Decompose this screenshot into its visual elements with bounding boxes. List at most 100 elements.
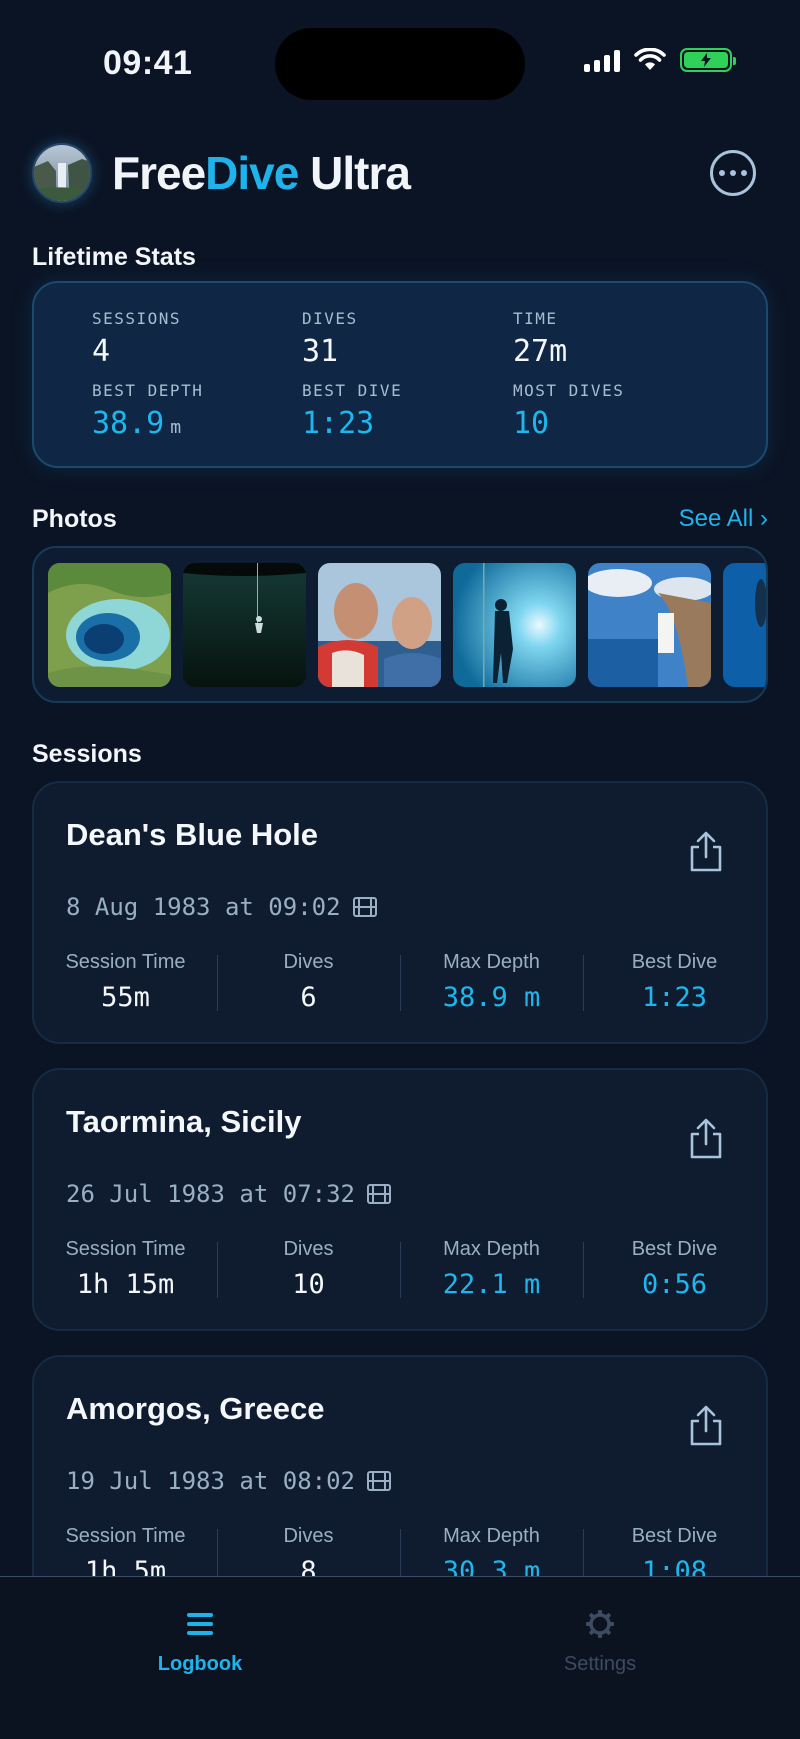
stat-value: 1:23 (302, 406, 375, 441)
stat-value-number: 38.9 (92, 406, 165, 441)
stat-dives: DIVES 31 (302, 309, 358, 369)
dynamic-island (275, 28, 525, 100)
metric-value: 1h 15m (76, 1269, 175, 1300)
app-title-part1: Free (112, 147, 206, 199)
metric-label: Max Depth (443, 1525, 540, 1547)
session-name: Taormina, Sicily (66, 1104, 302, 1139)
metric-dives: Dives 10 (217, 1238, 400, 1300)
session-name: Dean's Blue Hole (66, 817, 318, 852)
session-date-text: 8 Aug 1983 at 09:02 (66, 893, 341, 921)
photo-thumbnail[interactable] (48, 563, 171, 687)
avatar[interactable] (32, 143, 92, 203)
stat-value: 31 (302, 334, 339, 369)
photo-thumbnail[interactable] (453, 563, 576, 687)
metric-best-dive: Best Dive 1:23 (583, 951, 766, 1013)
stat-label: MOST DIVES (513, 381, 625, 400)
film-icon (352, 897, 377, 917)
metric-label: Session Time (65, 951, 186, 973)
tab-label: Settings (563, 1653, 637, 1675)
photo-thumbnail[interactable] (588, 563, 711, 687)
dot (719, 170, 725, 176)
session-date: 19 Jul 1983 at 08:02 (66, 1467, 391, 1495)
lifetime-stats-title: Lifetime Stats (32, 243, 196, 271)
list-icon (100, 1607, 300, 1641)
metric-label: Dives (283, 1238, 334, 1260)
metric-max-depth: Max Depth 38.9 m (400, 951, 583, 1013)
status-time: 09:41 (103, 44, 193, 82)
session-card[interactable]: Dean's Blue Hole 8 Aug 1983 at 09:02 Ses… (32, 781, 768, 1044)
share-icon[interactable] (686, 1116, 726, 1160)
charging-bolt-icon (701, 53, 711, 67)
app-header: FreeDive Ultra (32, 140, 768, 206)
metric-value: 38.9 m (442, 982, 541, 1013)
stat-value-unit: m (170, 417, 182, 438)
metric-label: Best Dive (631, 1238, 718, 1260)
session-date-text: 19 Jul 1983 at 08:02 (66, 1467, 355, 1495)
metric-label: Best Dive (631, 951, 718, 973)
stat-label: TIME (513, 309, 558, 328)
stat-label: SESSIONS (92, 309, 182, 328)
metric-max-depth: Max Depth 22.1 m (400, 1238, 583, 1300)
metric-session-time: Session Time 1h 15m (34, 1238, 217, 1300)
status-icons (584, 48, 736, 72)
stat-time: TIME 27m (513, 309, 567, 369)
app-title: FreeDive Ultra (112, 146, 411, 200)
stat-sessions: SESSIONS 4 (92, 309, 181, 369)
stat-best-depth: BEST DEPTH 38.9 m (92, 381, 203, 441)
metric-label: Max Depth (443, 1238, 540, 1260)
share-icon[interactable] (686, 1403, 726, 1447)
metric-label: Dives (283, 951, 334, 973)
session-date: 8 Aug 1983 at 09:02 (66, 893, 377, 921)
metric-label: Dives (283, 1525, 334, 1547)
status-bar: 09:41 (0, 0, 800, 120)
tab-logbook[interactable]: Logbook (100, 1607, 300, 1676)
tab-label: Logbook (157, 1653, 243, 1675)
gear-icon (500, 1607, 700, 1641)
photo-thumbnail[interactable] (183, 563, 306, 687)
stat-value: 27m (513, 334, 568, 369)
more-options-button[interactable] (710, 150, 756, 196)
tab-bar: Logbook Settings (0, 1576, 800, 1739)
film-icon (366, 1184, 391, 1204)
photos-strip[interactable] (32, 546, 768, 703)
metric-best-dive: Best Dive 0:56 (583, 1238, 766, 1300)
photo-thumbnail[interactable] (723, 563, 766, 687)
metric-value: 22.1 m (442, 1269, 541, 1300)
tab-settings[interactable]: Settings (500, 1607, 700, 1676)
see-all-link[interactable]: See All › (679, 505, 768, 533)
session-date-text: 26 Jul 1983 at 07:32 (66, 1180, 355, 1208)
session-date: 26 Jul 1983 at 07:32 (66, 1180, 391, 1208)
session-metrics: Session Time 55m Dives 6 Max Depth 38.9 … (34, 951, 766, 1013)
stat-most-dives: MOST DIVES 10 (513, 381, 624, 441)
share-icon[interactable] (686, 829, 726, 873)
session-metrics: Session Time 1h 15m Dives 10 Max Depth 2… (34, 1238, 766, 1300)
lifetime-stats-card: SESSIONS 4 DIVES 31 TIME 27m BEST DEPTH … (32, 281, 768, 468)
photo-thumbnail[interactable] (318, 563, 441, 687)
metric-dives: Dives 6 (217, 951, 400, 1013)
sessions-title: Sessions (32, 740, 142, 768)
session-name: Amorgos, Greece (66, 1391, 325, 1426)
metric-label: Max Depth (443, 951, 540, 973)
dot (741, 170, 747, 176)
stat-value: 4 (92, 334, 111, 369)
app-title-part2: Dive (205, 147, 299, 199)
photos-title: Photos (32, 505, 117, 533)
stat-label: BEST DEPTH (92, 381, 204, 400)
stat-label: BEST DIVE (302, 381, 403, 400)
metric-value: 1:23 (641, 982, 708, 1013)
wifi-icon (634, 48, 666, 70)
stat-label: DIVES (302, 309, 358, 328)
stat-value: 10 (513, 406, 550, 441)
cellular-signal-icon (584, 48, 620, 72)
metric-label: Session Time (65, 1238, 186, 1260)
metric-label: Session Time (65, 1525, 186, 1547)
stat-value: 38.9 m (92, 406, 203, 441)
app-title-part3: Ultra (298, 147, 411, 199)
metric-value: 0:56 (641, 1269, 708, 1300)
metric-value: 55m (101, 982, 150, 1013)
session-card[interactable]: Taormina, Sicily 26 Jul 1983 at 07:32 Se… (32, 1068, 768, 1331)
metric-session-time: Session Time 55m (34, 951, 217, 1013)
dot (730, 170, 736, 176)
film-icon (366, 1471, 391, 1491)
metric-label: Best Dive (631, 1525, 718, 1547)
